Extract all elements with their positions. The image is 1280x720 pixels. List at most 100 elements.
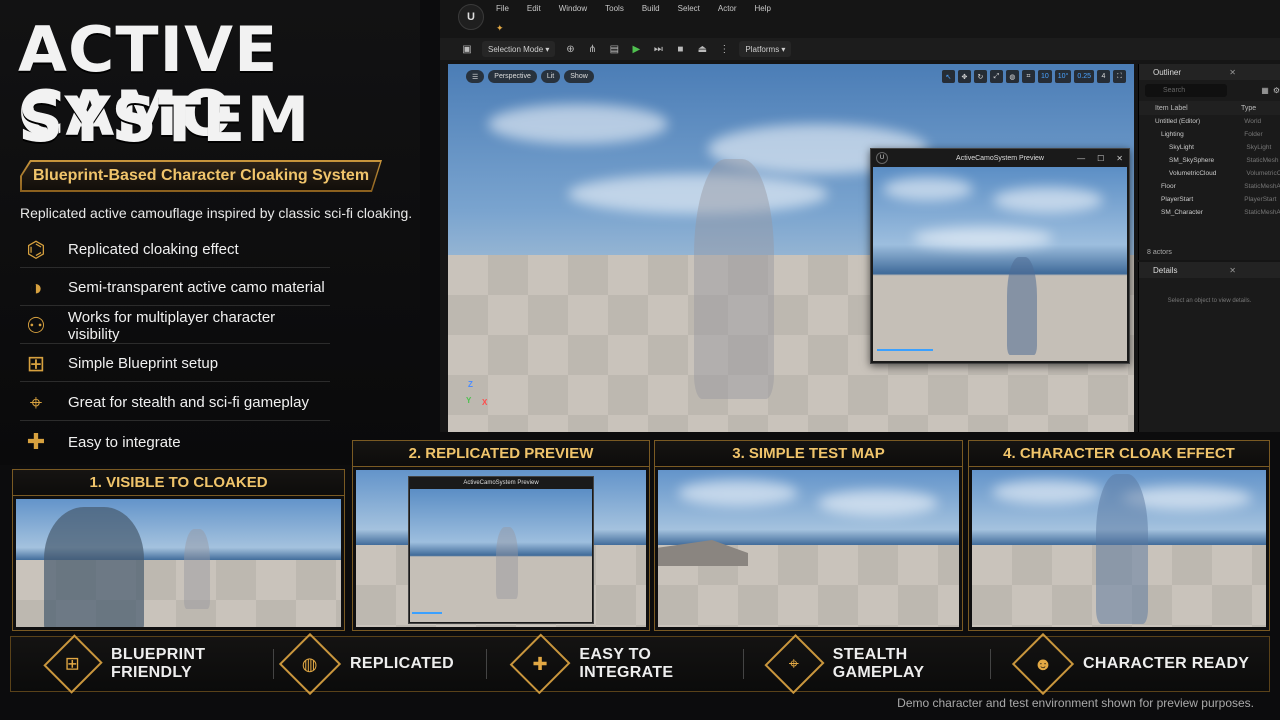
preview-title-text: ActiveCamoSystem Preview: [956, 154, 1044, 162]
selection-mode-dropdown[interactable]: Selection Mode ▾: [482, 41, 556, 57]
settings-icon[interactable]: ⚙: [1273, 86, 1280, 95]
select-tool-icon[interactable]: ↖: [941, 70, 955, 83]
move-tool-icon[interactable]: ✥: [957, 70, 971, 83]
step-icon[interactable]: ⏭: [651, 42, 665, 56]
outliner-row[interactable]: Untitled (Editor) World: [1139, 115, 1280, 128]
selection-mode-label: Selection Mode: [488, 44, 544, 54]
menu-select[interactable]: Select: [678, 4, 700, 13]
add-content-icon[interactable]: ⊕: [563, 42, 577, 56]
outliner-search-input[interactable]: Search: [1145, 84, 1228, 97]
platforms-dropdown[interactable]: Platforms ▾: [739, 41, 792, 57]
outliner-row[interactable]: Floor StaticMeshAct: [1139, 180, 1280, 193]
stop-icon[interactable]: ■: [673, 42, 687, 56]
preview-progress-bar: [877, 349, 933, 351]
row-name: SM_Character: [1161, 209, 1203, 216]
cinematics-icon[interactable]: ▤: [607, 42, 621, 56]
outliner-row[interactable]: SkyLight SkyLight: [1139, 141, 1280, 154]
col-item-label[interactable]: Item Label: [1155, 105, 1241, 112]
close-icon[interactable]: ✕: [1229, 266, 1236, 275]
close-icon[interactable]: ✕: [1229, 68, 1236, 77]
outliner-row[interactable]: Lighting Folder: [1139, 128, 1280, 141]
half-circle-icon: ◑: [29, 274, 43, 300]
badge-label: CHARACTER READY: [1083, 655, 1250, 672]
perspective-button[interactable]: Perspective: [488, 70, 537, 83]
menu-window[interactable]: Window: [559, 4, 587, 13]
feature-badge: ☻ CHARACTER READY: [991, 632, 1250, 696]
maximize-viewport-icon[interactable]: ⛶: [1113, 70, 1126, 83]
outliner-row[interactable]: PlayerStart PlayerStart: [1139, 193, 1280, 206]
preview-character: [496, 527, 518, 599]
scale-tool-icon[interactable]: ⤢: [989, 70, 1003, 83]
cloud: [678, 480, 798, 506]
network-nodes-icon: ⌬: [26, 236, 46, 262]
rotation-snap-value[interactable]: 10°: [1054, 70, 1072, 83]
minimize-icon[interactable]: —: [1077, 154, 1085, 163]
card-title: 3. SIMPLE TEST MAP: [655, 441, 962, 467]
camo-preview-window[interactable]: U ActiveCamoSystem Preview — ☐ ✕: [870, 148, 1130, 364]
blueprint-icon[interactable]: ⋔: [585, 42, 599, 56]
badge-label: REPLICATED: [350, 655, 455, 672]
show-button[interactable]: Show: [564, 70, 594, 83]
level-tab[interactable]: ✦: [496, 18, 616, 36]
row-type: VolumetricClo: [1246, 170, 1280, 177]
scale-snap-value[interactable]: 0.25: [1074, 70, 1094, 83]
close-icon[interactable]: ✕: [1116, 154, 1123, 163]
feature-item: ⚇ Works for multiplayer character visibi…: [20, 308, 330, 344]
menu-tools[interactable]: Tools: [605, 4, 624, 13]
rotate-tool-icon[interactable]: ↻: [973, 70, 987, 83]
card-visible-to-cloaked: 1. VISIBLE TO CLOAKED: [12, 469, 345, 631]
outliner-row[interactable]: SM_SkySphere StaticMesh: [1139, 154, 1280, 167]
y-axis-label: Y: [466, 396, 472, 405]
details-hint: Select an object to view details.: [1167, 298, 1252, 304]
menu-actor[interactable]: Actor: [718, 4, 737, 13]
filter-icon[interactable]: ▦: [1261, 86, 1269, 95]
level-viewport[interactable]: ☰ Perspective Lit Show ↖ ✥ ↻ ⤢ ◍ ⌗ 10 10…: [448, 64, 1134, 432]
menu-file[interactable]: File: [496, 4, 509, 13]
feature-badge: ⊞ BLUEPRINT FRIENDLY: [11, 634, 273, 694]
save-icon[interactable]: ▣: [460, 42, 474, 56]
blueprint-icon: ⊞: [43, 634, 103, 694]
hierarchy-icon: ⊞: [26, 350, 46, 376]
unreal-logo-icon: U: [876, 152, 888, 164]
preview-progress-bar: [412, 612, 442, 614]
outliner-row[interactable]: VolumetricCloud VolumetricClo: [1139, 167, 1280, 180]
badge-label: STEALTH GAMEPLAY: [832, 646, 925, 681]
lit-button[interactable]: Lit: [540, 70, 561, 83]
row-type: SkyLight: [1246, 144, 1272, 151]
card-title: 1. VISIBLE TO CLOAKED: [13, 470, 344, 496]
eject-icon[interactable]: ⏏: [695, 42, 709, 56]
feature-label: Works for multiplayer character visibili…: [67, 308, 276, 343]
card-title: 2. REPLICATED PREVIEW: [353, 441, 649, 467]
col-type[interactable]: Type: [1241, 105, 1256, 112]
row-name: PlayerStart: [1161, 196, 1194, 203]
viewport-menu-icon[interactable]: ☰: [466, 70, 485, 83]
play-icon[interactable]: ▶: [629, 42, 643, 56]
maximize-icon[interactable]: ☐: [1097, 154, 1104, 163]
crosshair-icon: ⌖: [764, 634, 825, 694]
outliner-row[interactable]: SM_Character StaticMeshAct: [1139, 206, 1280, 219]
user-icon: ☻: [1011, 632, 1075, 696]
menu-build[interactable]: Build: [642, 4, 660, 13]
surface-snap-icon[interactable]: ⌗: [1021, 70, 1035, 83]
row-type: StaticMeshAct: [1244, 209, 1280, 216]
world-space-icon[interactable]: ◍: [1005, 70, 1019, 83]
menu-edit[interactable]: Edit: [527, 4, 541, 13]
axis-gizmo: Z Y X: [466, 380, 496, 410]
group-users-icon: ⚇: [26, 312, 46, 338]
row-type: World: [1244, 118, 1262, 125]
camera-speed-value[interactable]: 4: [1097, 70, 1110, 83]
row-type: StaticMeshAct: [1244, 183, 1280, 190]
row-name: VolumetricCloud: [1169, 170, 1217, 177]
menu-help[interactable]: Help: [755, 4, 771, 13]
cloaked-character[interactable]: [694, 159, 774, 399]
badge-label: BLUEPRINT FRIENDLY: [111, 646, 206, 681]
card-image: [972, 470, 1266, 627]
cloud: [883, 177, 973, 201]
row-type: Folder: [1244, 131, 1263, 138]
feature-label: Simple Blueprint setup: [68, 355, 219, 372]
more-options-icon[interactable]: ⋮: [717, 42, 731, 56]
grid-snap-value[interactable]: 10: [1037, 70, 1052, 83]
card-image: ActiveCamoSystem Preview: [356, 470, 646, 627]
cloud: [992, 480, 1102, 504]
crosshair-icon: ⌖: [29, 389, 43, 415]
